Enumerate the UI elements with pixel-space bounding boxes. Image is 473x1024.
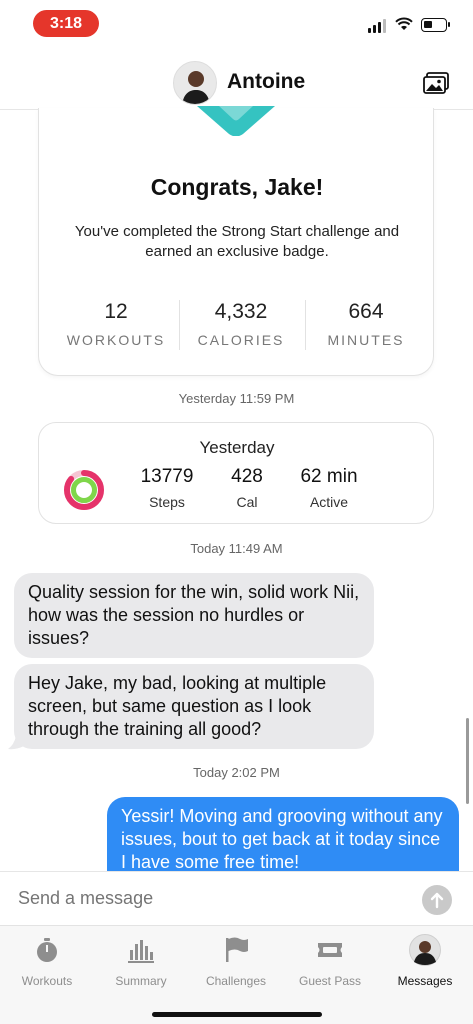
tab-label: Challenges	[205, 974, 267, 988]
contact-avatar[interactable]	[173, 61, 217, 105]
flag-icon	[226, 937, 248, 962]
arrow-up-icon	[430, 892, 444, 909]
activity-active-minutes: 62 min Active	[291, 466, 367, 510]
tab-summary[interactable]: Summary	[94, 932, 188, 992]
incoming-message[interactable]: Quality session for the win, solid work …	[14, 573, 374, 658]
chat-header: Antoine	[0, 52, 473, 110]
activity-value: 428	[231, 466, 263, 487]
challenge-complete-card[interactable]: Congrats, Jake! You've completed the Str…	[38, 106, 434, 376]
activity-label: Cal	[236, 494, 258, 510]
congrats-description: You've completed the Strong Start challe…	[74, 223, 400, 260]
tab-challenges[interactable]: Challenges	[189, 932, 283, 992]
contact-name[interactable]: Antoine	[227, 70, 305, 94]
stat-label: WORKOUTS	[66, 332, 166, 348]
challenge-badge-icon	[197, 106, 275, 136]
stopwatch-icon	[37, 938, 57, 962]
activity-title: Yesterday	[199, 438, 275, 457]
activity-value: 13779	[140, 466, 194, 487]
avatar-icon	[409, 934, 441, 966]
message-input[interactable]	[18, 888, 398, 909]
activity-label: Steps	[149, 494, 185, 510]
battery-icon	[421, 18, 450, 32]
scrollbar[interactable]	[466, 718, 469, 804]
stat-value: 12	[104, 300, 128, 323]
message-timestamp: Yesterday 11:59 PM	[178, 391, 295, 406]
activity-rings-icon	[64, 470, 104, 510]
outgoing-message[interactable]: Yessir! Moving and grooving without any …	[107, 797, 459, 871]
stat-calories: 4,332 CALORIES	[176, 300, 306, 348]
message-timestamp: Today 11:49 AM	[190, 541, 283, 556]
incoming-message[interactable]: Hey Jake, my bad, looking at multiple sc…	[14, 664, 374, 749]
stat-label: MINUTES	[327, 332, 405, 348]
tab-bar: Workouts Summary Challenges Guest Pass M…	[0, 925, 473, 1024]
status-time[interactable]: 3:18	[33, 10, 99, 37]
photo-gallery-icon[interactable]	[423, 72, 449, 94]
message-timestamp: Today 2:02 PM	[193, 765, 280, 780]
wifi-icon	[395, 17, 413, 30]
stat-minutes: 664 MINUTES	[301, 300, 431, 348]
stat-label: CALORIES	[197, 332, 285, 348]
tab-label: Workouts	[21, 974, 73, 988]
cellular-signal-icon	[368, 19, 388, 33]
home-indicator	[152, 1012, 322, 1017]
tab-workouts[interactable]: Workouts	[0, 932, 94, 992]
message-composer	[0, 871, 473, 925]
bubble-tail-icon	[8, 734, 24, 750]
tab-messages[interactable]: Messages	[378, 932, 472, 992]
send-button[interactable]	[422, 885, 452, 915]
tab-label: Guest Pass	[298, 974, 362, 988]
congrats-title: Congrats, Jake!	[150, 174, 324, 200]
stat-workouts: 12 WORKOUTS	[51, 300, 181, 348]
stat-value: 664	[348, 300, 384, 323]
activity-value: 62 min	[300, 466, 358, 487]
activity-label: Active	[309, 494, 349, 510]
tab-label: Summary	[115, 974, 167, 988]
tab-label: Messages	[397, 974, 453, 988]
stat-value: 4,332	[214, 300, 268, 323]
tab-guest-pass[interactable]: Guest Pass	[283, 932, 377, 992]
ticket-icon	[318, 943, 342, 957]
activity-calories: 428 Cal	[219, 466, 275, 510]
activity-steps: 13779 Steps	[135, 466, 199, 510]
activity-summary-card[interactable]: Yesterday 13779 Steps 428 Cal 62 min Act…	[38, 422, 434, 524]
bar-chart-icon	[128, 940, 154, 963]
status-bar: 3:18	[0, 0, 473, 50]
